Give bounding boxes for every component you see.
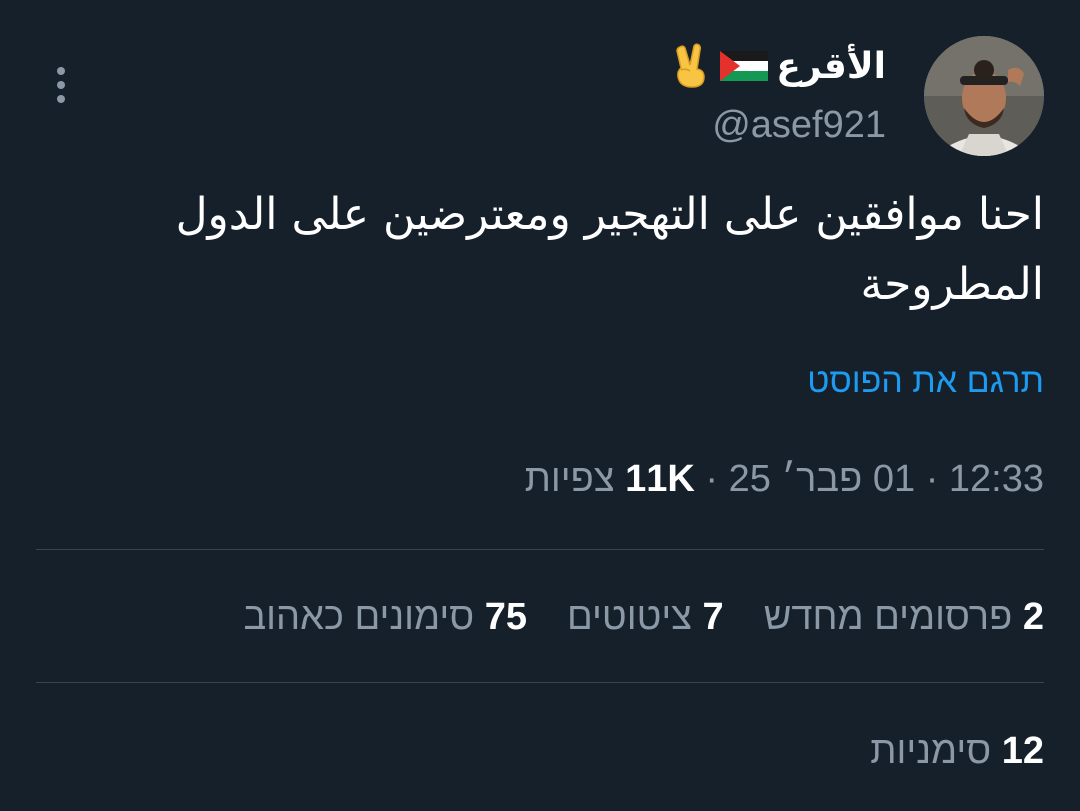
quotes-stat[interactable]: 7 ציטוטים: [567, 596, 724, 639]
views-label: צפיות: [524, 458, 615, 500]
bookmarks-label: סימניות: [870, 730, 992, 772]
post-date[interactable]: 01 פבר׳ 25: [729, 458, 916, 500]
author-name[interactable]: الأقرع: [776, 46, 886, 87]
likes-count: 75: [484, 596, 528, 638]
post-time[interactable]: 12:33: [949, 458, 1044, 500]
likes-label: סימונים כאהוב: [243, 596, 475, 638]
reposts-stat[interactable]: 2 פרסומים מחדש: [764, 596, 1044, 639]
more-options-icon[interactable]: [46, 62, 76, 108]
avatar-image: [924, 36, 1044, 156]
meta-separator: ·: [705, 458, 719, 500]
post-text: احنا موافقين على التهجير ومعترضين على ال…: [175, 189, 1044, 310]
author-block: الأقرع @asef921: [670, 40, 886, 147]
post-meta: 12:33 · 01 פבר׳ 25 · 11K צפיות: [525, 458, 1044, 501]
divider: [36, 682, 1044, 683]
author-handle[interactable]: @asef921: [670, 104, 886, 147]
reposts-count: 2: [1022, 596, 1044, 638]
likes-stat[interactable]: 75 סימונים כאהוב: [243, 596, 527, 639]
quotes-count: 7: [702, 596, 724, 638]
bookmarks-count: 12: [1001, 730, 1044, 772]
quotes-label: ציטוטים: [567, 596, 692, 638]
more-dot: [57, 95, 65, 103]
victory-hand-icon: [670, 43, 712, 89]
bookmarks-stats: 12 סימניות: [870, 730, 1044, 773]
more-dot: [57, 81, 65, 89]
reposts-label: פרסומים מחדש: [763, 596, 1013, 638]
engagement-stats: 2 פרסומים מחדש 7 ציטוטים 75 סימונים כאהו…: [243, 596, 1044, 639]
avatar[interactable]: [924, 36, 1044, 156]
bookmarks-stat[interactable]: 12 סימניות: [870, 730, 1044, 773]
more-dot: [57, 67, 65, 75]
author-name-row: الأقرع: [670, 40, 886, 92]
views-count: 11K: [625, 458, 695, 500]
meta-separator: ·: [925, 458, 939, 500]
translate-post-link[interactable]: תרגם את הפוסט: [807, 362, 1044, 401]
divider: [36, 549, 1044, 550]
palestine-flag-icon: [720, 51, 769, 81]
